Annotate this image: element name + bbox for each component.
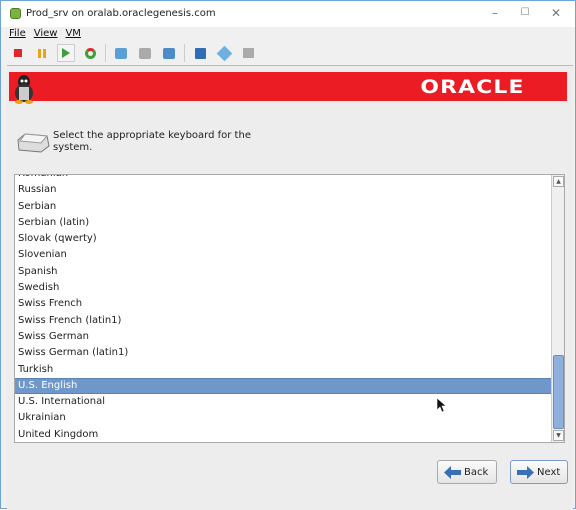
arrow-right-icon (517, 465, 534, 479)
stop-icon[interactable] (9, 44, 27, 62)
scroll-up-button[interactable]: ▲ (553, 176, 564, 187)
app-icon (10, 8, 21, 19)
keyboard-list[interactable]: RomanianRussianSerbianSerbian (latin)Slo… (14, 174, 565, 443)
keyboard-list-item[interactable]: Swiss German (latin1) (15, 345, 552, 361)
keyboard-prompt: Select the appropriate keyboard for the … (53, 130, 251, 153)
window-title: Prod_srv on oralab.oraclegenesis.com (26, 8, 216, 19)
oracle-logo: ORACLE (420, 76, 525, 98)
keyboard-list-item[interactable]: Swedish (15, 280, 552, 296)
close-button[interactable]: ✕ (546, 6, 566, 20)
toolbar-divider (184, 44, 185, 62)
scroll-thumb[interactable] (553, 355, 564, 429)
keyboard-list-item[interactable]: Ukrainian (15, 410, 552, 426)
title-bar: Prod_srv on oralab.oraclegenesis.com – ☐… (1, 1, 575, 27)
keyboard-list-item[interactable]: Swiss German (15, 329, 552, 345)
menu-vm[interactable]: VM (65, 28, 80, 39)
keyboard-list-item[interactable]: Russian (15, 182, 552, 198)
tux-penguin-icon (15, 75, 33, 104)
menu-view[interactable]: View (34, 28, 58, 39)
clone-icon[interactable] (239, 44, 257, 62)
minimize-button[interactable]: – (485, 6, 505, 20)
keyboard-list-item[interactable]: Romanian (15, 175, 552, 182)
snapshot-manager-icon[interactable] (160, 44, 178, 62)
scroll-down-button[interactable]: ▼ (553, 430, 564, 441)
back-label: Back (464, 466, 489, 478)
keyboard-list-item[interactable]: U.S. International (15, 394, 552, 410)
play-icon[interactable] (57, 44, 75, 62)
keyboard-list-item[interactable]: Turkish (15, 362, 552, 378)
keyboard-list-item[interactable]: Spanish (15, 264, 552, 280)
next-button[interactable]: Next (510, 460, 568, 484)
list-scrollbar[interactable]: ▲ ▼ (551, 175, 564, 442)
keyboard-key-icon (17, 133, 50, 153)
keyboard-list-item[interactable]: U.S. English (15, 377, 552, 395)
save-icon[interactable] (191, 44, 209, 62)
mouse-cursor-icon (437, 398, 447, 413)
maximize-button[interactable]: ☐ (515, 7, 535, 18)
arrow-left-icon (444, 465, 461, 479)
keyboard-list-item[interactable]: Serbian (15, 199, 552, 215)
keyboard-list-item[interactable]: Slovak (qwerty) (15, 231, 552, 247)
next-label: Next (537, 466, 561, 478)
snapshot-revert-icon[interactable] (136, 44, 154, 62)
toolbar-divider (105, 44, 106, 62)
keyboard-list-item[interactable]: United Kingdom (15, 427, 552, 442)
settings-icon[interactable] (215, 44, 233, 62)
menu-bar: File View VM (9, 28, 81, 39)
keyboard-list-item[interactable]: Slovenian (15, 247, 552, 263)
vm-window: Prod_srv on oralab.oraclegenesis.com – ☐… (0, 0, 576, 510)
back-button[interactable]: Back (437, 460, 497, 484)
oracle-banner: ORACLE (9, 72, 567, 101)
keyboard-list-item[interactable]: Swiss French (15, 296, 552, 312)
reset-icon[interactable] (81, 44, 99, 62)
installer-screen: ORACLE Select the appropriate keyboard f… (7, 65, 573, 510)
keyboard-list-item[interactable]: Swiss French (latin1) (15, 313, 552, 329)
pause-icon[interactable] (33, 44, 51, 62)
menu-file[interactable]: File (9, 28, 26, 39)
toolbar (9, 44, 263, 62)
keyboard-list-item[interactable]: Serbian (latin) (15, 215, 552, 231)
snapshot-icon[interactable] (112, 44, 130, 62)
